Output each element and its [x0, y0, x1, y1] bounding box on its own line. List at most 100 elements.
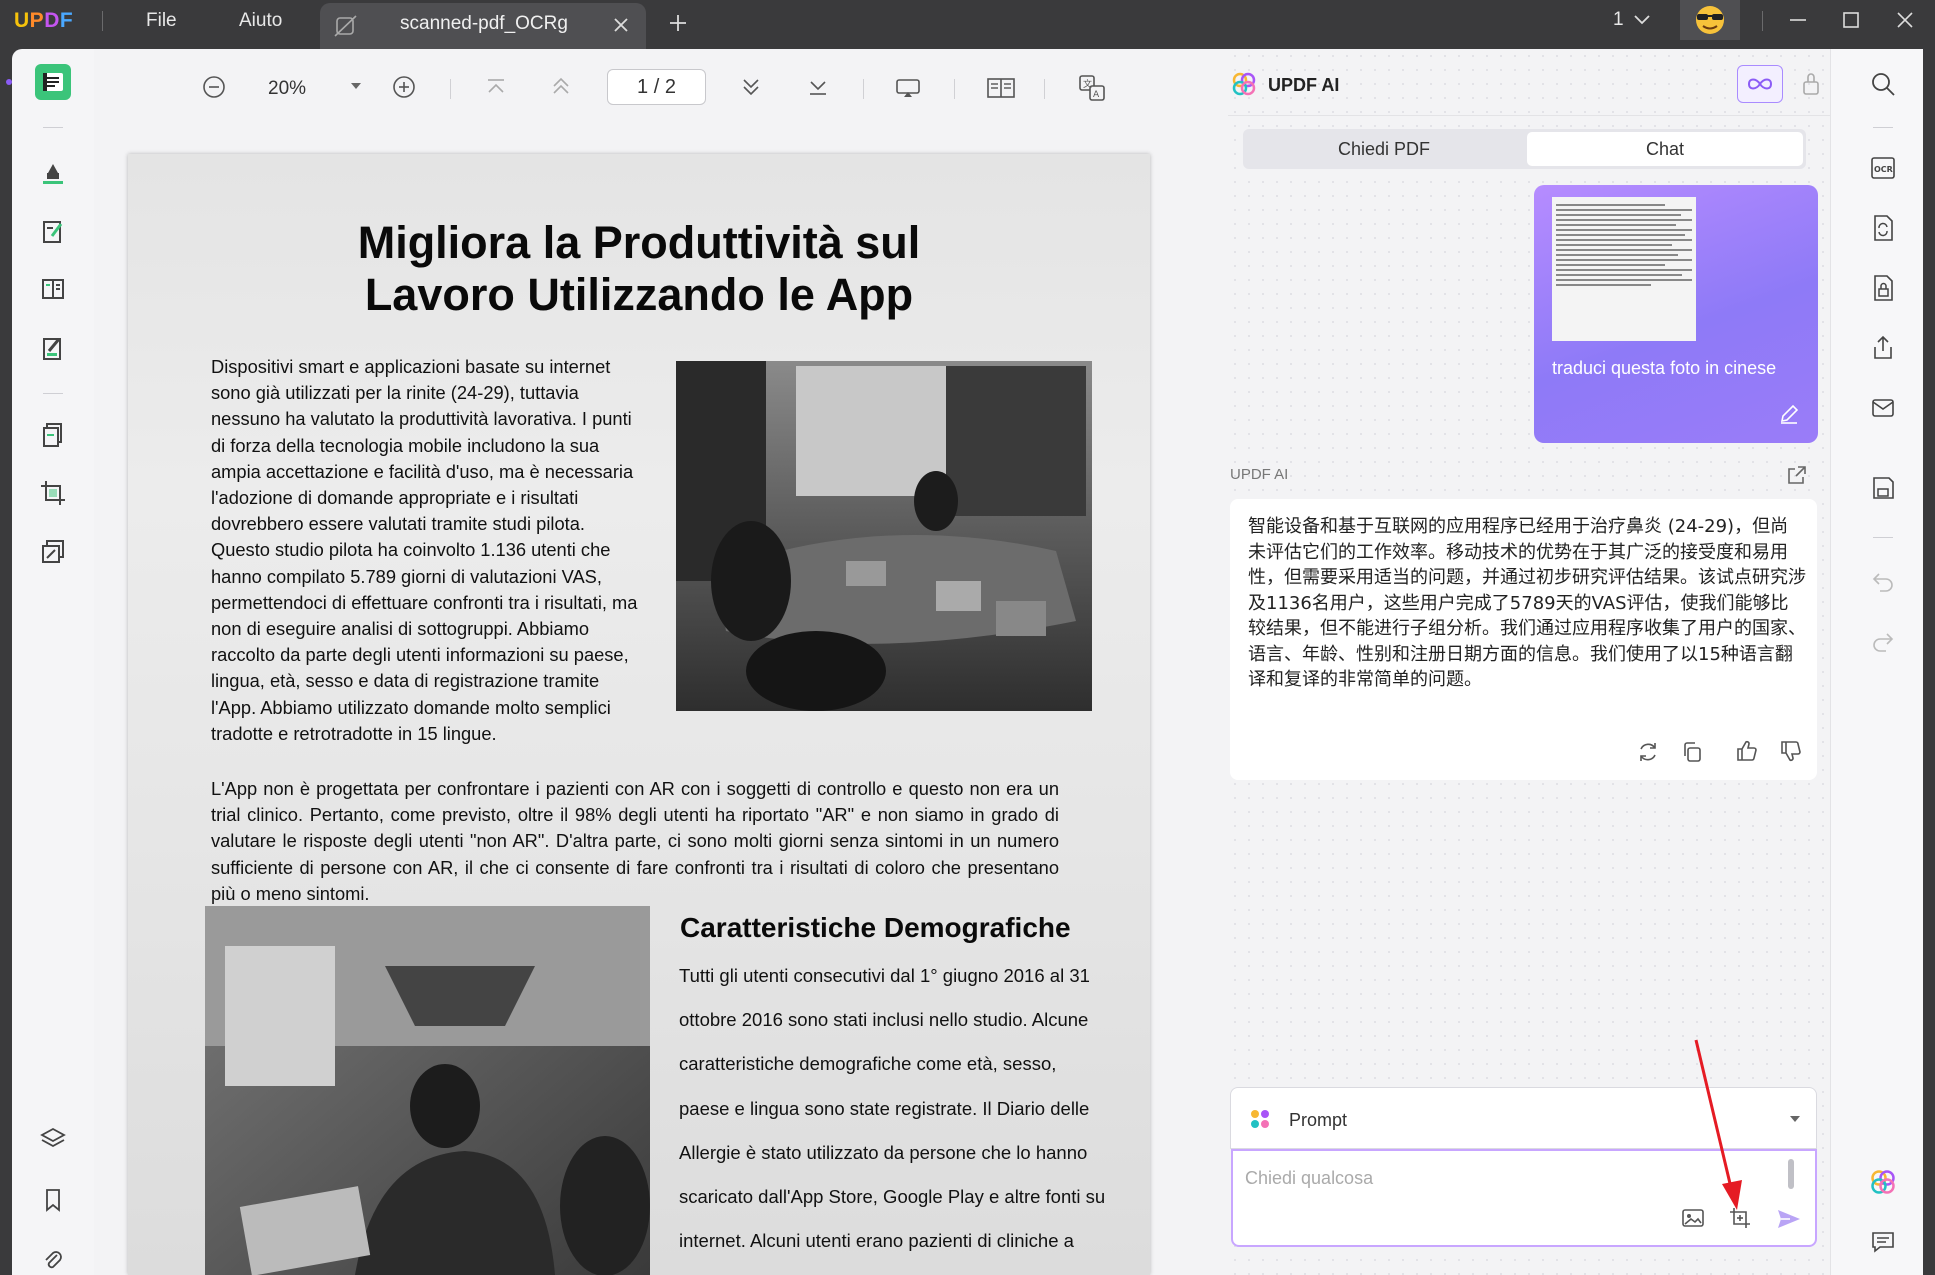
total-pages: 2 — [664, 76, 676, 98]
screenshot-capture-icon[interactable] — [1728, 1206, 1752, 1230]
share-icon[interactable] — [1865, 330, 1901, 366]
previous-page-icon[interactable] — [550, 76, 572, 96]
redact-icon[interactable] — [35, 534, 71, 570]
separator — [1873, 127, 1893, 128]
body-paragraph-1: Dispositivi smart e applicazioni basate … — [211, 356, 638, 744]
toolbar-separator — [954, 79, 955, 99]
ocr-icon[interactable]: OCR — [1865, 150, 1901, 186]
page-layout-icon[interactable] — [986, 76, 1016, 100]
prompt-icon — [1249, 1108, 1271, 1130]
email-icon[interactable] — [1865, 390, 1901, 426]
workshop-photo — [205, 906, 650, 1275]
tab-title: scanned-pdf_OCRg — [400, 13, 568, 34]
comment-highlighter-icon[interactable] — [35, 155, 71, 191]
tab-ask-pdf[interactable]: Chiedi PDF — [1246, 132, 1522, 166]
comments-icon[interactable] — [1865, 1224, 1901, 1260]
crop-icon[interactable] — [35, 475, 71, 511]
right-toolbar: OCR — [1830, 49, 1923, 1275]
ocr-doc-icon — [334, 15, 358, 37]
toolbar-separator — [450, 79, 451, 99]
reader-mode-icon[interactable] — [35, 64, 71, 100]
fill-sign-icon[interactable] — [35, 331, 71, 367]
prompt-dropdown-icon[interactable] — [1789, 1115, 1801, 1123]
chevron-down-icon[interactable] — [1633, 14, 1651, 26]
assistant-answer-card: 智能设备和基于互联网的应用程序已经用于治疗鼻炎 (24-29)，但尚未评估它们的… — [1230, 499, 1817, 780]
page-separator: / — [653, 76, 660, 98]
maximize-icon[interactable] — [1841, 10, 1861, 30]
edit-message-icon[interactable] — [1778, 403, 1800, 425]
window-count: 1 — [1613, 9, 1624, 30]
next-page-icon[interactable] — [740, 77, 762, 97]
prompt-selector[interactable]: Prompt — [1230, 1087, 1817, 1149]
thumbs-up-icon[interactable] — [1735, 739, 1759, 763]
page-title-line1: Migliora la Produttività sul — [357, 217, 921, 268]
attached-image-thumbnail[interactable] — [1552, 197, 1696, 341]
close-tab-icon[interactable] — [612, 16, 630, 34]
zoom-level[interactable]: 20% — [268, 78, 306, 100]
body-paragraph-3: Tutti gli utenti consecutivi dal 1° giug… — [679, 965, 1106, 1252]
layers-icon[interactable] — [35, 1121, 71, 1157]
title-separator — [102, 11, 103, 31]
thumbs-down-icon[interactable] — [1779, 739, 1803, 763]
bookmark-icon[interactable] — [35, 1182, 71, 1218]
chat-input-box — [1231, 1149, 1817, 1247]
left-toolbar — [6, 49, 94, 1275]
first-page-icon[interactable] — [485, 78, 507, 96]
open-external-icon[interactable] — [1786, 464, 1808, 486]
svg-text:OCR: OCR — [1874, 165, 1893, 174]
zoom-in-icon[interactable] — [392, 75, 416, 99]
updf-ai-icon[interactable] — [1865, 1164, 1901, 1200]
input-scrollbar[interactable] — [1788, 1159, 1794, 1189]
page-tools-icon[interactable] — [35, 417, 71, 453]
active-indicator — [6, 79, 12, 85]
search-icon[interactable] — [1865, 66, 1901, 102]
menu-file[interactable]: File — [146, 10, 177, 32]
send-icon[interactable] — [1776, 1207, 1802, 1231]
minimize-icon[interactable] — [1788, 10, 1808, 30]
assistant-answer-text: 智能设备和基于互联网的应用程序已经用于治疗鼻炎 (24-29)，但尚未评估它们的… — [1248, 516, 1806, 690]
svg-text:文: 文 — [1083, 78, 1092, 90]
regenerate-icon[interactable] — [1636, 740, 1660, 764]
zoom-dropdown-icon[interactable] — [350, 82, 362, 90]
protect-pdf-icon[interactable] — [1865, 270, 1901, 306]
updf-ai-logo-icon — [1231, 71, 1257, 97]
current-page: 1 — [637, 76, 649, 98]
copy-icon[interactable] — [1680, 740, 1704, 764]
zoom-out-icon[interactable] — [202, 75, 226, 99]
svg-text:A: A — [1093, 90, 1100, 100]
ai-mode-switch: Chiedi PDF Chat — [1243, 129, 1806, 169]
close-window-icon[interactable] — [1895, 10, 1915, 30]
user-message-bubble: traduci questa foto in cinese — [1534, 185, 1818, 443]
new-tab-icon[interactable] — [668, 13, 688, 33]
page-number-input[interactable]: 1 / 2 — [607, 69, 706, 105]
user-message-text: traduci questa foto in cinese — [1552, 358, 1777, 378]
account-avatar[interactable] — [1680, 0, 1740, 40]
last-page-icon[interactable] — [807, 78, 829, 96]
redo-icon[interactable] — [1865, 623, 1901, 659]
edit-pdf-icon[interactable] — [35, 214, 71, 250]
translate-icon[interactable]: 文A — [1078, 74, 1106, 102]
attachment-icon[interactable] — [35, 1242, 71, 1275]
tab-chat[interactable]: Chat — [1527, 132, 1803, 166]
meeting-photo — [676, 361, 1092, 711]
toolbar-separator — [863, 79, 864, 99]
page-title-line2: Lavoro Utilizzando le App — [364, 269, 914, 320]
convert-pdf-icon[interactable] — [1865, 210, 1901, 246]
toolbar-separator — [1044, 79, 1045, 99]
undo-icon[interactable] — [1865, 563, 1901, 599]
pdf-page: Migliora la Produttività sul Lavoro Util… — [128, 154, 1150, 1275]
title-separator — [1762, 11, 1763, 31]
credits-icon[interactable] — [1801, 72, 1821, 96]
infinity-mode-icon[interactable] — [1737, 65, 1783, 103]
menu-help[interactable]: Aiuto — [239, 10, 282, 32]
chat-input[interactable] — [1245, 1163, 1765, 1193]
presentation-icon[interactable] — [895, 77, 921, 99]
save-icon[interactable] — [1865, 470, 1901, 506]
document-tab[interactable]: scanned-pdf_OCRg — [320, 3, 646, 49]
separator — [43, 393, 63, 394]
separator — [1873, 537, 1893, 538]
app-logo: UPDF — [14, 9, 74, 32]
separator — [43, 127, 63, 128]
image-upload-icon[interactable] — [1681, 1207, 1705, 1229]
organize-pages-icon[interactable] — [35, 271, 71, 307]
